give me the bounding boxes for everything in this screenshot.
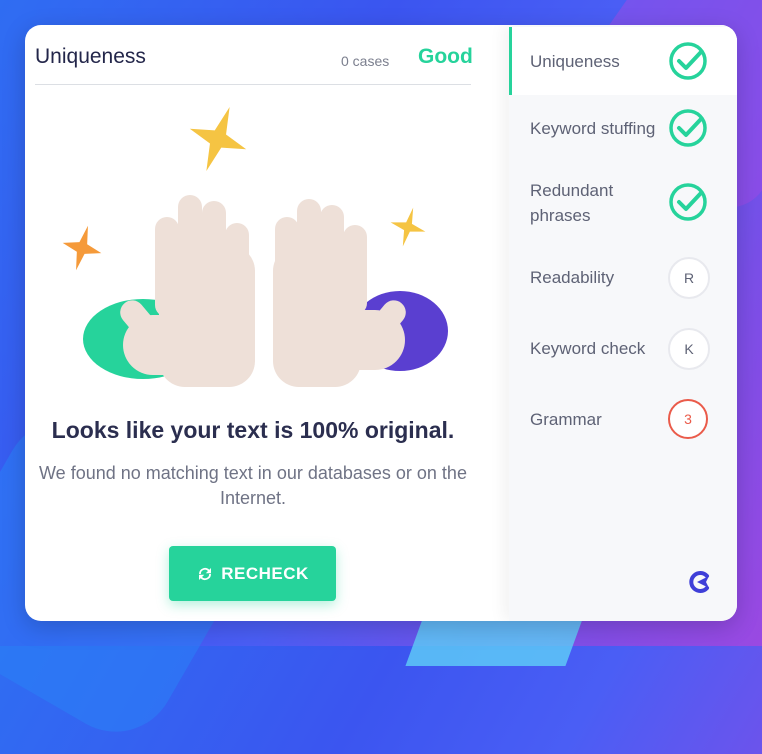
sidebar-item-label: Keyword stuffing xyxy=(530,119,656,138)
status-label: Good xyxy=(418,45,473,68)
readability-badge: R xyxy=(668,257,710,299)
result-headline: Looks like your text is 100% original. xyxy=(51,417,455,443)
grammar-issues-badge: 3 xyxy=(668,399,708,439)
sidebar-item-readability[interactable]: Readability R xyxy=(509,245,737,311)
keyword-check-badge: K xyxy=(668,328,710,370)
sparkle-star-icon xyxy=(189,107,247,171)
recheck-label: RECHECK xyxy=(221,563,309,583)
sidebar-item-grammar[interactable]: Grammar 3 xyxy=(509,387,737,453)
checks-sidebar: Uniqueness Keyword stuffing Redundant ph… xyxy=(509,25,737,621)
checker-card: Uniqueness 0 cases Good Looks like your … xyxy=(25,25,737,621)
sidebar-item-uniqueness[interactable]: Uniqueness xyxy=(509,27,737,95)
sidebar-item-redundant-phrases[interactable]: Redundant phrases xyxy=(509,161,737,245)
sidebar-item-label: Redundant phrases xyxy=(530,181,614,225)
result-description: We found no matching text in our databas… xyxy=(39,463,467,508)
sidebar-item-label: Readability xyxy=(530,268,615,287)
result-header: Uniqueness 0 cases Good xyxy=(35,25,473,85)
app-logo-icon xyxy=(689,571,709,593)
sidebar-item-keyword-stuffing[interactable]: Keyword stuffing xyxy=(509,95,737,161)
check-circle-icon xyxy=(669,183,707,221)
check-circle-icon xyxy=(669,109,707,147)
sidebar-item-label: Grammar xyxy=(530,410,602,429)
sparkle-star-icon xyxy=(62,225,102,271)
sparkle-star-icon xyxy=(390,207,426,247)
left-hand xyxy=(120,195,255,387)
high-five-illustration xyxy=(62,107,448,387)
sidebar-item-label: Keyword check xyxy=(530,339,646,358)
result-panel: Uniqueness 0 cases Good Looks like your … xyxy=(25,25,509,621)
cases-count: 0 cases xyxy=(341,53,390,69)
sidebar-item-keyword-check[interactable]: Keyword check K xyxy=(509,315,737,381)
recheck-button[interactable]: RECHECK xyxy=(169,546,336,601)
check-circle-icon xyxy=(669,42,707,80)
refresh-icon xyxy=(199,567,212,580)
sidebar-item-label: Uniqueness xyxy=(530,52,620,71)
check-title: Uniqueness xyxy=(35,45,146,68)
